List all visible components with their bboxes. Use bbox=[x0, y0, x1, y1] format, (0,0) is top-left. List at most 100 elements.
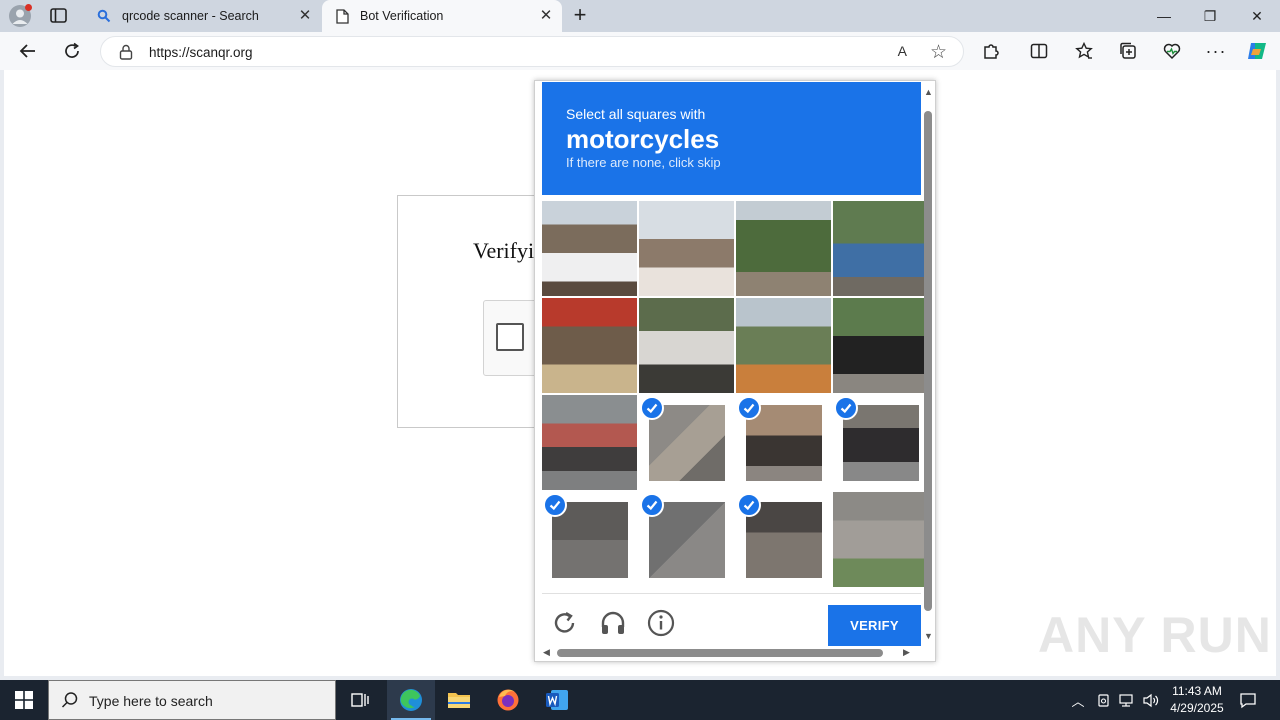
system-clock[interactable]: 11:43 AM 4/29/2025 bbox=[1162, 683, 1232, 717]
scroll-up-arrow-icon[interactable]: ▲ bbox=[924, 87, 933, 97]
edge-icon bbox=[400, 689, 422, 711]
new-tab-button[interactable]: + bbox=[569, 4, 591, 27]
image-tile[interactable] bbox=[736, 492, 831, 587]
checkmark-icon bbox=[543, 493, 567, 517]
tile-image bbox=[736, 201, 831, 296]
restore-button[interactable]: ❐ bbox=[1187, 0, 1233, 32]
more-menu-button[interactable]: ··· bbox=[1203, 39, 1229, 63]
heart-pulse-icon bbox=[1163, 43, 1181, 60]
image-tile[interactable] bbox=[639, 492, 734, 587]
vertical-scrollbar[interactable]: ▲ ▼ bbox=[923, 87, 933, 643]
reload-icon bbox=[554, 611, 575, 633]
word-icon bbox=[546, 690, 568, 710]
info-icon bbox=[647, 609, 675, 637]
windows-taskbar: Type here to search ︿ 11:43 AM 4/29/2025 bbox=[0, 680, 1280, 720]
captcha-challenge: Select all squares with motorcycles If t… bbox=[534, 80, 936, 662]
image-tile[interactable] bbox=[639, 298, 734, 393]
image-tile[interactable] bbox=[833, 395, 928, 490]
page-favicon-icon bbox=[334, 8, 350, 24]
vertical-scroll-thumb[interactable] bbox=[924, 111, 932, 611]
back-button[interactable] bbox=[15, 39, 41, 63]
challenge-skip-hint: If there are none, click skip bbox=[566, 155, 721, 170]
scroll-down-arrow-icon[interactable]: ▼ bbox=[924, 631, 933, 641]
tab-close-icon[interactable]: ✕ bbox=[538, 8, 554, 24]
image-tile[interactable] bbox=[833, 201, 928, 296]
taskbar-search-box[interactable]: Type here to search bbox=[48, 680, 336, 720]
task-view-button[interactable] bbox=[336, 680, 384, 720]
favorite-star-icon[interactable]: ☆ bbox=[930, 41, 947, 64]
taskbar-search-placeholder[interactable]: Type here to search bbox=[89, 693, 213, 709]
verify-button[interactable]: VERIFY bbox=[828, 605, 921, 646]
show-hidden-icons-button[interactable]: ︿ bbox=[1068, 680, 1088, 720]
tab-search[interactable]: qrcode scanner - Search ✕ bbox=[84, 0, 321, 32]
image-tile[interactable] bbox=[542, 201, 637, 296]
challenge-header: Select all squares with motorcycles If t… bbox=[542, 82, 921, 195]
copilot-button[interactable] bbox=[1244, 39, 1270, 63]
taskbar-edge[interactable] bbox=[387, 680, 435, 720]
checkmark-icon bbox=[737, 396, 761, 420]
start-button[interactable] bbox=[0, 680, 48, 720]
challenge-instruction: Select all squares with bbox=[566, 106, 706, 122]
tile-image bbox=[833, 492, 928, 587]
image-tile[interactable] bbox=[736, 395, 831, 490]
info-button[interactable] bbox=[646, 608, 676, 638]
image-tile[interactable] bbox=[542, 298, 637, 393]
verification-title: Verifyi bbox=[473, 238, 535, 263]
copilot-icon bbox=[1248, 43, 1266, 59]
browser-essentials-button[interactable] bbox=[1159, 39, 1185, 63]
tab-actions-button[interactable] bbox=[48, 6, 70, 26]
split-screen-button[interactable] bbox=[1026, 39, 1052, 63]
checkmark-icon bbox=[834, 396, 858, 420]
tab-title: Bot Verification bbox=[360, 9, 444, 23]
close-window-button[interactable]: ✕ bbox=[1234, 0, 1280, 32]
taskbar-firefox[interactable] bbox=[484, 680, 532, 720]
tab-actions-icon bbox=[50, 8, 67, 23]
checkmark-icon bbox=[640, 396, 664, 420]
clock-time: 11:43 AM bbox=[1172, 684, 1222, 698]
image-tile[interactable] bbox=[542, 492, 637, 587]
more-dots-icon: ··· bbox=[1205, 40, 1227, 61]
collections-button[interactable] bbox=[1115, 39, 1141, 63]
image-tile[interactable] bbox=[736, 201, 831, 296]
scroll-right-arrow-icon[interactable]: ▶ bbox=[903, 647, 910, 658]
tile-image bbox=[639, 201, 734, 296]
checkmark-icon bbox=[640, 493, 664, 517]
taskbar-word[interactable] bbox=[533, 680, 581, 720]
checkmark-icon bbox=[737, 493, 761, 517]
headphones-icon bbox=[601, 611, 625, 634]
collections-icon bbox=[1120, 42, 1136, 59]
image-tile[interactable] bbox=[639, 395, 734, 490]
address-bar[interactable]: https://scanqr.org A ☆ bbox=[100, 36, 964, 67]
volume-icon[interactable] bbox=[1140, 680, 1162, 720]
notifications-button[interactable] bbox=[1236, 680, 1260, 720]
recaptcha-checkbox[interactable] bbox=[496, 323, 524, 351]
tray-device-icon[interactable] bbox=[1093, 680, 1113, 720]
profile-avatar[interactable] bbox=[9, 4, 32, 27]
tab-title: qrcode scanner - Search bbox=[122, 9, 259, 23]
challenge-footer: VERIFY bbox=[542, 593, 921, 651]
scroll-left-arrow-icon[interactable]: ◀ bbox=[543, 647, 550, 658]
challenge-object: motorcycles bbox=[566, 124, 720, 154]
refresh-button[interactable] bbox=[59, 39, 85, 63]
minimize-button[interactable]: — bbox=[1141, 0, 1187, 32]
read-aloud-icon[interactable]: A bbox=[898, 43, 907, 59]
image-tile[interactable] bbox=[736, 298, 831, 393]
extensions-button[interactable] bbox=[978, 39, 1004, 63]
image-tile[interactable] bbox=[542, 395, 637, 490]
tab-bot-verification[interactable]: Bot Verification ✕ bbox=[322, 0, 562, 32]
favorites-button[interactable] bbox=[1071, 39, 1097, 63]
address-url[interactable]: https://scanqr.org bbox=[149, 45, 253, 60]
reload-challenge-button[interactable] bbox=[550, 608, 580, 638]
image-tile[interactable] bbox=[833, 492, 928, 587]
horizontal-scrollbar[interactable]: ◀ ▶ bbox=[541, 647, 913, 659]
network-icon[interactable] bbox=[1116, 680, 1136, 720]
image-tile[interactable] bbox=[833, 298, 928, 393]
taskbar-file-explorer[interactable] bbox=[435, 680, 483, 720]
favorites-icon bbox=[1075, 41, 1093, 59]
horizontal-scroll-thumb[interactable] bbox=[557, 649, 883, 657]
image-tile[interactable] bbox=[639, 201, 734, 296]
tile-image bbox=[639, 298, 734, 393]
audio-challenge-button[interactable] bbox=[598, 608, 628, 638]
lock-icon[interactable] bbox=[119, 44, 133, 65]
tab-close-icon[interactable]: ✕ bbox=[297, 8, 313, 24]
